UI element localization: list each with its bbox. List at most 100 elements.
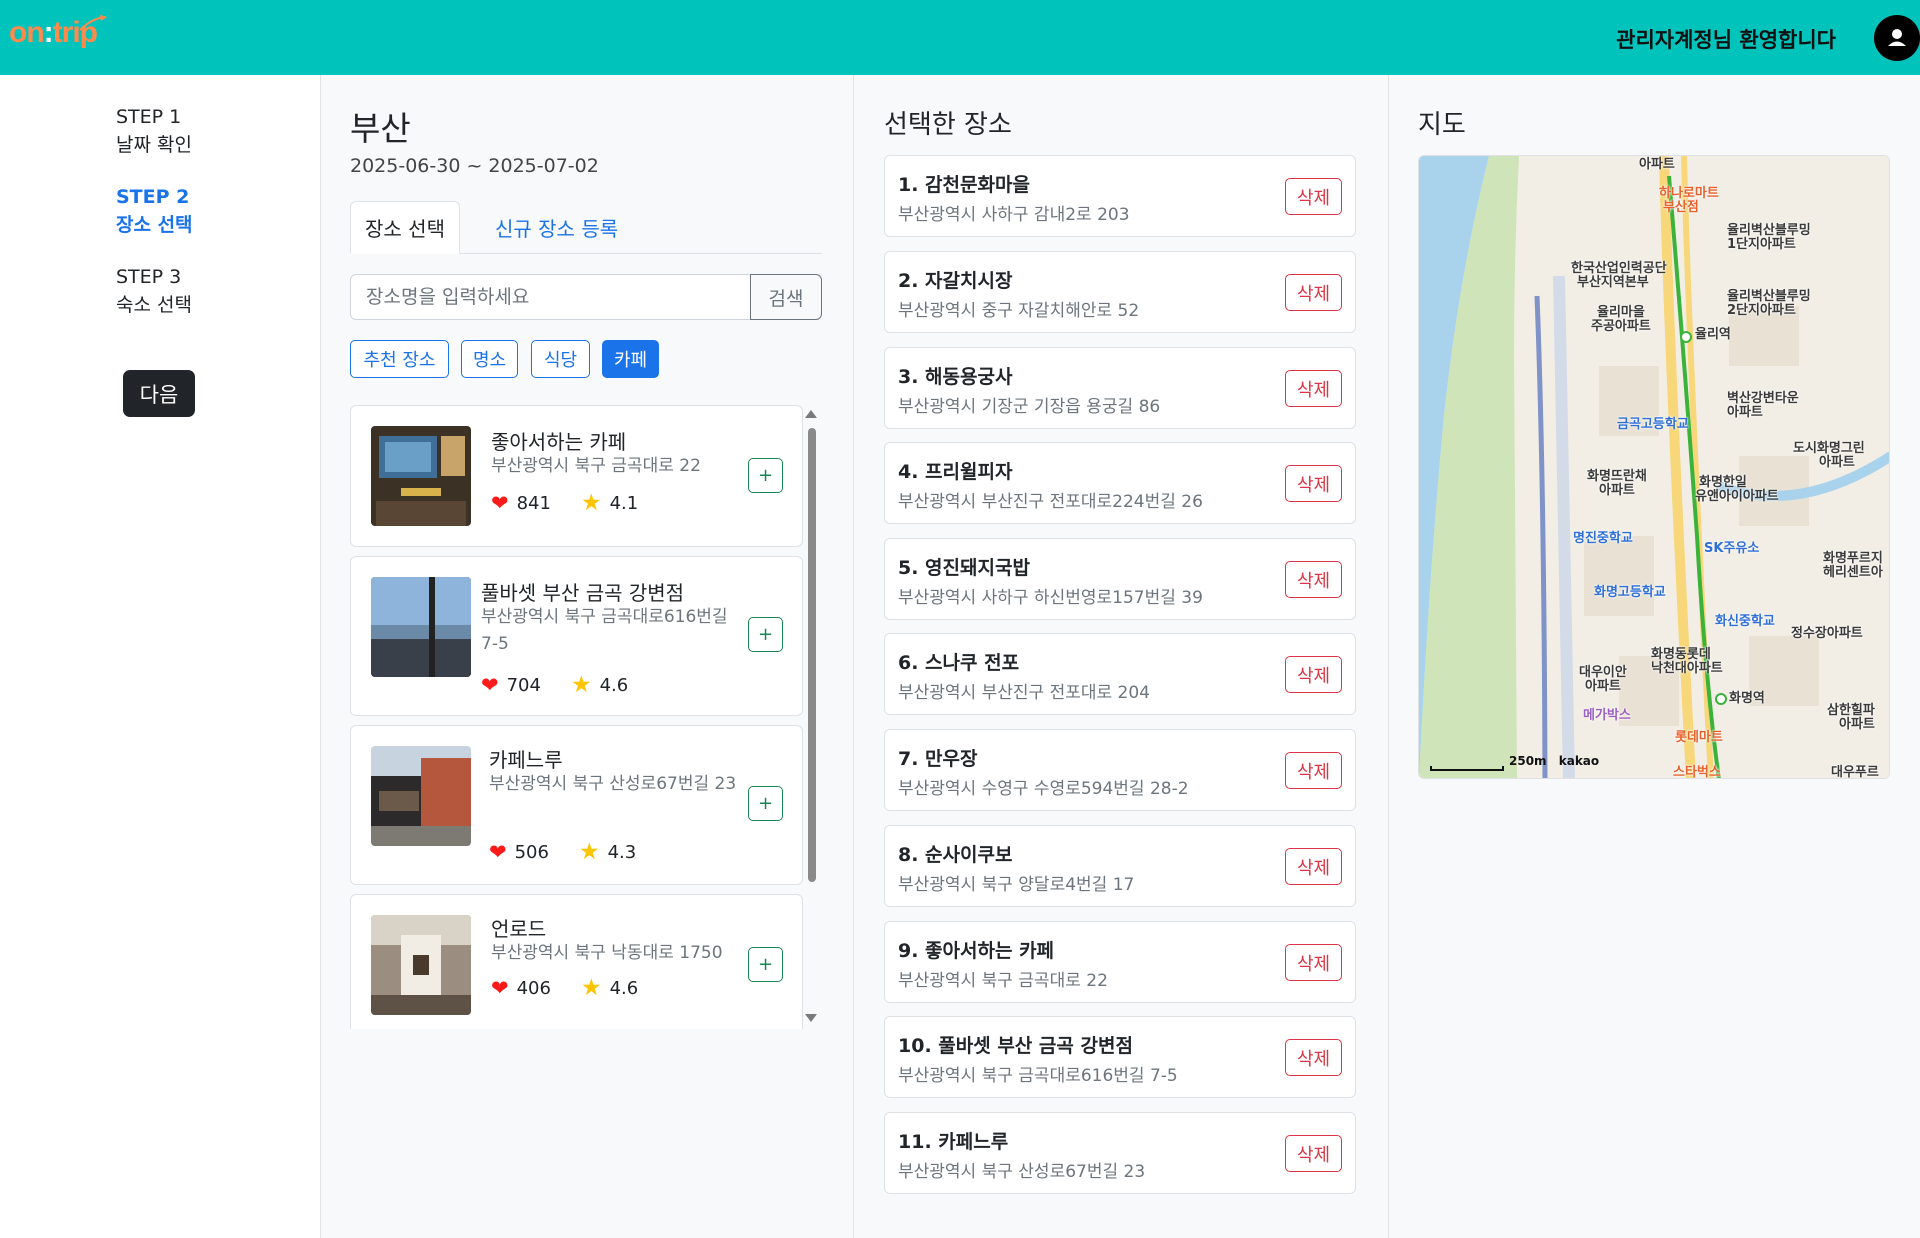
- divider: [320, 75, 321, 1238]
- step-number: STEP 3: [116, 266, 182, 288]
- place-card[interactable]: 풀바셋 부산 금곡 강변점 부산광역시 북구 금곡대로616번길 7-5 ❤ 7…: [350, 556, 803, 716]
- chip-cafe[interactable]: 카페: [602, 340, 659, 378]
- selected-place-name: 2. 자갈치시장: [898, 270, 1013, 292]
- scrollbar-thumb[interactable]: [808, 428, 816, 882]
- step-label: 날짜 확인: [116, 134, 192, 156]
- delete-button[interactable]: 삭제: [1285, 370, 1342, 407]
- star-icon: ★: [570, 672, 592, 698]
- delete-button[interactable]: 삭제: [1285, 274, 1342, 311]
- map-label: 율리마을: [1597, 305, 1645, 320]
- place-result-list[interactable]: 좋아서하는 카페 부산광역시 북구 금곡대로 22 ❤ 841 ★ 4.1 + …: [350, 403, 810, 1029]
- delete-button[interactable]: 삭제: [1285, 752, 1342, 789]
- user-avatar[interactable]: [1874, 15, 1920, 61]
- like-count: 506: [514, 841, 549, 863]
- tab-new-place-register[interactable]: 신규 장소 등록: [495, 201, 618, 254]
- airplane-icon: [79, 15, 107, 31]
- map-label: 화명동롯데: [1651, 647, 1711, 662]
- place-photo: [371, 746, 471, 846]
- selected-place-address: 부산광역시 중구 자갈치해안로 52: [898, 301, 1140, 321]
- map-view[interactable]: 아파트 하나로마트 부산점 율리벽산블루밍 1단지아파트 한국산업인력공단 부산…: [1418, 155, 1890, 779]
- selected-place-address: 부산광역시 기장군 기장읍 용궁길 86: [898, 397, 1161, 417]
- place-search-input[interactable]: [350, 274, 751, 320]
- delete-button[interactable]: 삭제: [1285, 944, 1342, 981]
- add-place-button[interactable]: +: [748, 458, 783, 493]
- user-icon: [1888, 29, 1906, 46]
- heart-icon: ❤: [489, 840, 507, 864]
- place-stats: ❤ 841 ★ 4.1: [491, 490, 638, 516]
- star-icon: ★: [578, 839, 600, 865]
- map-label: 1단지아파트: [1727, 237, 1796, 252]
- step-3[interactable]: STEP 3 숙소 선택: [116, 263, 192, 319]
- selected-place-name: 4. 프리윌피자: [898, 461, 1013, 483]
- place-card[interactable]: 언로드 부산광역시 북구 낙동대로 1750 ❤ 406 ★ 4.6 +: [350, 894, 803, 1029]
- map-label: 하나로마트: [1659, 186, 1719, 201]
- step-2[interactable]: STEP 2 장소 선택: [116, 183, 193, 239]
- map-label: 벽산강변타운: [1727, 391, 1799, 406]
- map-label: 2단지아파트: [1727, 303, 1796, 318]
- delete-button[interactable]: 삭제: [1285, 561, 1342, 598]
- selected-place-name: 6. 스나쿠 전포: [898, 652, 1020, 674]
- map-label: 율리벽산블루밍: [1727, 223, 1811, 238]
- selected-place-item: 5. 영진돼지국밥 부산광역시 사하구 하신번영로157번길 39 삭제: [884, 538, 1356, 620]
- chip-attractions[interactable]: 명소: [461, 340, 518, 378]
- place-photo: [371, 426, 471, 526]
- logo-colon: :: [43, 16, 54, 49]
- map-label: 화신중학교: [1715, 614, 1775, 629]
- place-card[interactable]: 카페느루 부산광역시 북구 산성로67번길 23 ❤ 506 ★ 4.3 +: [350, 725, 803, 885]
- map-label: 아파트: [1819, 455, 1855, 470]
- map-label: 대우이안: [1579, 665, 1627, 680]
- heart-icon: ❤: [491, 976, 509, 1000]
- scroll-up-arrow[interactable]: [805, 410, 817, 418]
- selected-places-title: 선택한 장소: [884, 110, 1012, 140]
- selected-place-name: 7. 만우장: [898, 748, 978, 770]
- selected-place-item: 9. 좋아서하는 카페 부산광역시 북구 금곡대로 22 삭제: [884, 921, 1356, 1003]
- selected-place-name: 11. 카페느루: [898, 1131, 1009, 1153]
- kakao-logo: kakao: [1558, 754, 1600, 768]
- map-label: 헤리센트아: [1823, 565, 1883, 580]
- selected-place-address: 부산광역시 사하구 감내2로 203: [898, 205, 1130, 225]
- place-address: 부산광역시 북구 산성로67번길 23: [489, 774, 737, 794]
- tab-place-select[interactable]: 장소 선택: [350, 201, 460, 254]
- like-count: 841: [516, 492, 551, 514]
- scroll-down-arrow[interactable]: [805, 1014, 817, 1022]
- add-place-button[interactable]: +: [748, 786, 783, 821]
- map-label: 금곡고등학교: [1617, 417, 1689, 432]
- delete-button[interactable]: 삭제: [1285, 848, 1342, 885]
- map-label: 한국산업인력공단: [1571, 261, 1667, 276]
- delete-button[interactable]: 삭제: [1285, 1135, 1342, 1172]
- heart-icon: ❤: [481, 673, 499, 697]
- map-label: 아파트: [1839, 717, 1875, 732]
- map-label: 아파트: [1727, 405, 1763, 420]
- welcome-message: 관리자계정님 환영합니다: [1616, 28, 1836, 52]
- selected-place-name: 8. 순사이쿠보: [898, 844, 1013, 866]
- chip-recommended[interactable]: 추천 장소: [350, 340, 449, 378]
- place-photo: [371, 577, 471, 677]
- delete-button[interactable]: 삭제: [1285, 178, 1342, 215]
- selected-place-item: 7. 만우장 부산광역시 수영구 수영로594번길 28-2 삭제: [884, 729, 1356, 811]
- map-label: 율리역: [1695, 327, 1731, 342]
- rating: 4.1: [609, 492, 639, 514]
- selected-place-item: 3. 해동용궁사 부산광역시 기장군 기장읍 용궁길 86 삭제: [884, 347, 1356, 429]
- chip-restaurants[interactable]: 식당: [531, 340, 590, 378]
- delete-button[interactable]: 삭제: [1285, 465, 1342, 502]
- selected-place-item: 10. 풀바셋 부산 금곡 강변점 부산광역시 북구 금곡대로616번길 7-5…: [884, 1016, 1356, 1098]
- heart-icon: ❤: [491, 491, 509, 515]
- map-label: 정수장아파트: [1791, 626, 1863, 641]
- step-1[interactable]: STEP 1 날짜 확인: [116, 103, 192, 159]
- selected-place-address: 부산광역시 수영구 수영로594번길 28-2: [898, 779, 1189, 799]
- add-place-button[interactable]: +: [748, 617, 783, 652]
- selected-place-address: 부산광역시 북구 금곡대로 22: [898, 971, 1108, 991]
- map-label: 삼한힐파: [1827, 703, 1875, 718]
- delete-button[interactable]: 삭제: [1285, 1039, 1342, 1076]
- place-card[interactable]: 좋아서하는 카페 부산광역시 북구 금곡대로 22 ❤ 841 ★ 4.1 +: [350, 405, 803, 547]
- add-place-button[interactable]: +: [748, 947, 783, 982]
- map-label: 주공아파트: [1591, 319, 1651, 334]
- rating: 4.3: [607, 841, 637, 863]
- selected-place-name: 1. 감천문화마을: [898, 174, 1030, 196]
- next-button[interactable]: 다음: [123, 370, 195, 417]
- delete-button[interactable]: 삭제: [1285, 656, 1342, 693]
- selected-place-name: 9. 좋아서하는 카페: [898, 940, 1055, 962]
- map-label: 화명뜨란채: [1587, 469, 1647, 484]
- search-button[interactable]: 검색: [750, 274, 822, 320]
- map-label: 도시화명그린: [1793, 441, 1865, 456]
